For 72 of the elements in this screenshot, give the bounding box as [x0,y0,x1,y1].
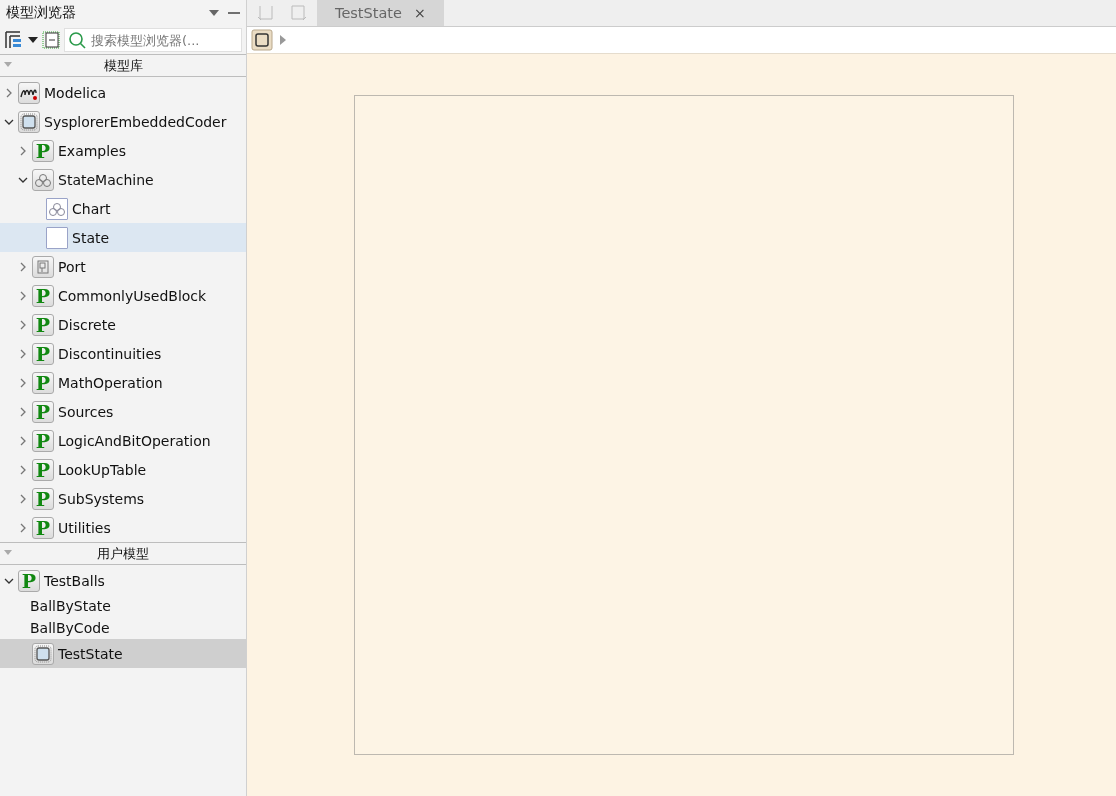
tree-item-label: LogicAndBitOperation [58,432,211,449]
modelica-icon [18,81,40,104]
tree-item[interactable]: SysplorerEmbeddedCoder [0,107,246,136]
close-button[interactable]: × [413,5,426,21]
package-icon: P [32,429,54,452]
package-icon: P [32,458,54,481]
tree-item[interactable]: P Sources [0,397,246,426]
tree-item-label: Port [58,258,86,275]
tree-item[interactable]: P SubSystems [0,484,246,513]
minimize-icon[interactable] [228,9,240,17]
package-icon: P [32,139,54,162]
tree-view-icon[interactable] [4,30,24,50]
tree-item-label: Discrete [58,316,116,333]
tree-item-label: SubSystems [58,490,145,507]
chip-icon[interactable] [251,29,273,51]
tree-item[interactable]: P LogicAndBitOperation [0,426,246,455]
tree-item-label: Sources [58,403,114,420]
tree-item-label: BallByCode [30,620,110,636]
package-icon: P [32,371,54,394]
editor-tab[interactable]: TestState × [317,0,444,26]
section-title: 模型库 [103,56,143,75]
package-icon: P [32,313,54,336]
tree-item-label: SysplorerEmbeddedCoder [44,113,227,130]
tree-item-label: Utilities [58,519,111,536]
package-icon: P [32,400,54,423]
tree-item[interactable]: P TestBalls [0,566,246,595]
collapse-all-icon[interactable] [42,31,60,49]
package-icon: P [18,569,40,592]
search-field[interactable]: 搜索模型浏览器(... [64,28,242,52]
tree-item[interactable]: P Examples [0,136,246,165]
section-header[interactable]: 用户模型 [0,542,246,565]
section-header[interactable]: 模型库 [0,54,246,77]
dropdown-arrow-icon[interactable] [28,36,38,44]
breadcrumb-arrow-icon[interactable] [279,34,287,46]
state-chart-icon [46,197,68,220]
tree-item[interactable]: State [0,223,246,252]
tree-item-label: Chart [72,200,111,217]
tree-item[interactable]: P Discrete [0,310,246,339]
tree-item[interactable]: P LookUpTable [0,455,246,484]
state-machine-icon [32,168,54,191]
tree-item-label: TestBalls [44,572,105,589]
tree-item[interactable]: P CommonlyUsedBlock [0,281,246,310]
tree-item[interactable]: TestState [0,639,246,668]
tree-item[interactable]: Port [0,252,246,281]
tree-item-label: Discontinuities [58,345,162,362]
package-icon: P [32,342,54,365]
tree-item-label: Examples [58,142,127,159]
section-title: 用户模型 [97,544,149,563]
tree-item-label: State [72,229,110,246]
tree-item[interactable]: P MathOperation [0,368,246,397]
port-icon [32,255,54,278]
tree-item[interactable]: P Utilities [0,513,246,542]
tree-item[interactable]: BallByState [0,595,246,617]
tree-item-label: MathOperation [58,374,163,391]
tree-item[interactable]: Chart [0,194,246,223]
tree-item[interactable]: BallByCode [0,617,246,639]
panel-title: 模型浏览器 [6,4,76,22]
tree-item[interactable]: Modelica [0,78,246,107]
state-block-icon [46,226,68,249]
tree-item[interactable]: StateMachine [0,165,246,194]
tree-item[interactable]: P Discontinuities [0,339,246,368]
package-icon: P [32,284,54,307]
package-icon: P [32,487,54,510]
package-icon: P [32,516,54,539]
tree-item-label: BallByState [30,598,111,614]
chip-icon [18,110,40,133]
tree-item-label: CommonlyUsedBlock [58,287,207,304]
tree-item-label: Modelica [44,84,107,101]
tree-item-label: StateMachine [58,171,154,188]
chip-icon [32,642,54,665]
tree-item-label: TestState [58,645,123,662]
tree-item-label: LookUpTable [58,461,147,478]
